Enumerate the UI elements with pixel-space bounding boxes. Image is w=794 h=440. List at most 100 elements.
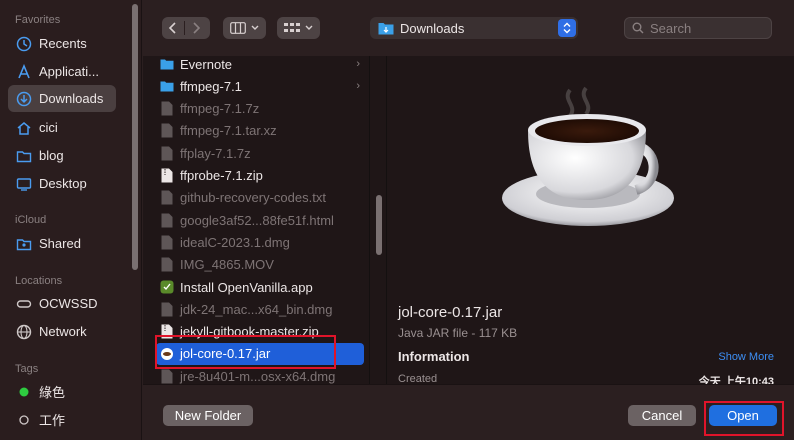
preview-info-heading: Information (398, 349, 470, 364)
home-icon (16, 120, 32, 136)
highlight-box-selected-file (155, 335, 336, 369)
folder-icon (16, 148, 32, 164)
file-name: IMG_4865.MOV (180, 257, 274, 273)
search-input[interactable] (650, 20, 760, 36)
sidebar-item-label: Recents (39, 36, 87, 51)
sidebar-item-label: cici (39, 120, 58, 135)
file-name: ffprobe-7.1.zip (180, 168, 263, 183)
sidebar-item-label: 綠色 (39, 385, 66, 400)
file-icon (160, 123, 174, 139)
columns-view-icon (230, 22, 246, 34)
folder-icon (160, 56, 174, 72)
applications-icon (16, 63, 32, 80)
file-icon (160, 368, 174, 384)
cancel-button[interactable]: Cancel (628, 405, 696, 426)
file-name: jre-8u401-m...osx-x64.dmg (180, 368, 336, 384)
sidebar-item-cici[interactable]: cici (8, 114, 116, 141)
file-row[interactable]: Evernote › (156, 56, 364, 75)
sidebar-item-label: blog (39, 148, 64, 163)
section-icloud: iCloud (15, 214, 47, 226)
preview-file-name: jol-core-0.17.jar (398, 304, 503, 321)
new-folder-button[interactable]: New Folder (163, 405, 253, 426)
sidebar-item-applications[interactable]: Applicati... (8, 58, 116, 85)
file-name: ffmpeg-7.1.7z (180, 101, 260, 117)
sidebar-item-desktop[interactable]: Desktop (8, 170, 116, 197)
sidebar-item-label: 工作 (39, 413, 66, 428)
sidebar-item-tag-green[interactable]: 綠色 (8, 378, 116, 405)
highlight-box-open-button (704, 401, 784, 436)
file-row[interactable]: Install OpenVanilla.app (156, 276, 364, 298)
section-tags: Tags (15, 363, 39, 375)
sidebar-item-label: Downloads (39, 91, 104, 106)
drive-icon (16, 296, 32, 312)
bottom-bar: New Folder Cancel Open (143, 384, 794, 440)
download-icon (16, 91, 32, 107)
file-icon (160, 101, 174, 117)
section-locations: Locations (15, 275, 63, 287)
clock-icon (16, 36, 32, 52)
file-row[interactable]: ffmpeg-7.1.tar.xz (156, 120, 364, 142)
group-by-button[interactable] (277, 17, 320, 39)
up-down-chevron-icon (563, 22, 571, 34)
toolbar: Downloads (143, 0, 794, 56)
file-row[interactable]: google3af52...88fe51f.html (156, 209, 364, 231)
file-list-scrollbar[interactable] (376, 195, 382, 255)
network-icon (16, 324, 32, 340)
file-icon (160, 145, 174, 161)
back-button[interactable] (162, 17, 184, 39)
file-name: ffplay-7.1.7z (180, 145, 251, 161)
sidebar-item-shared[interactable]: Shared (8, 230, 116, 257)
location-stepper[interactable] (558, 19, 576, 37)
chevron-right-icon: › (356, 58, 360, 70)
view-mode-button[interactable] (223, 17, 266, 39)
file-name: jdk-24_mac...x64_bin.dmg (180, 301, 333, 317)
file-name: Install OpenVanilla.app (180, 279, 313, 295)
section-favorites: Favorites (15, 14, 61, 26)
coffee-cup-icon (502, 86, 674, 226)
file-row[interactable]: idealC-2023.1.dmg (156, 231, 364, 253)
app-icon (160, 279, 174, 295)
desktop-icon (16, 176, 32, 192)
file-name: ffmpeg-7.1 (180, 78, 242, 94)
chevron-down-icon (251, 25, 259, 30)
preview-pane: jol-core-0.17.jar Java JAR file - 117 KB… (387, 56, 794, 388)
chevron-down-icon (305, 25, 313, 30)
chevron-right-icon: › (356, 80, 360, 93)
file-name: github-recovery-codes.txt (180, 190, 326, 206)
file-row[interactable]: ffmpeg-7.1 › (156, 75, 364, 97)
chevron-right-icon (193, 22, 201, 34)
chevron-left-icon (168, 22, 176, 34)
search-icon (632, 22, 644, 34)
sidebar-scrollbar[interactable] (132, 4, 138, 270)
search-field[interactable] (624, 17, 772, 39)
file-icon (160, 234, 174, 250)
file-row[interactable]: IMG_4865.MOV (156, 254, 364, 276)
file-name: idealC-2023.1.dmg (180, 234, 290, 250)
shared-folder-icon (16, 236, 32, 252)
show-more-link[interactable]: Show More (718, 351, 774, 363)
file-row[interactable]: ffplay-7.1.7z (156, 142, 364, 164)
sidebar-item-blog[interactable]: blog (8, 142, 116, 169)
sidebar-item-label: Shared (39, 236, 81, 251)
forward-button[interactable] (185, 17, 207, 39)
nav-button-group (162, 17, 210, 39)
green-tag-icon (16, 384, 32, 400)
file-row[interactable]: jdk-24_mac...x64_bin.dmg (156, 298, 364, 320)
location-select[interactable]: Downloads (370, 17, 578, 39)
sidebar-item-label: Network (39, 324, 87, 339)
sidebar-item-tag-work[interactable]: 工作 (8, 406, 116, 433)
sidebar-item-network[interactable]: Network (8, 318, 116, 345)
sidebar-item-recents[interactable]: Recents (8, 30, 116, 57)
sidebar-item-downloads[interactable]: Downloads (8, 85, 116, 112)
folder-icon (160, 78, 174, 94)
file-name: google3af52...88fe51f.html (180, 212, 334, 228)
file-row[interactable]: ffprobe-7.1.zip (156, 165, 364, 187)
sidebar-item-ocwssd[interactable]: OCWSSD (8, 290, 116, 317)
file-icon (160, 257, 174, 273)
sidebar: Favorites Recents Applicati... Downloads… (0, 0, 142, 440)
file-row[interactable]: github-recovery-codes.txt (156, 187, 364, 209)
sidebar-item-label: Applicati... (39, 64, 99, 79)
file-row[interactable]: ffmpeg-7.1.7z (156, 98, 364, 120)
file-name: Evernote (180, 56, 233, 72)
sidebar-item-label: OCWSSD (39, 296, 98, 311)
